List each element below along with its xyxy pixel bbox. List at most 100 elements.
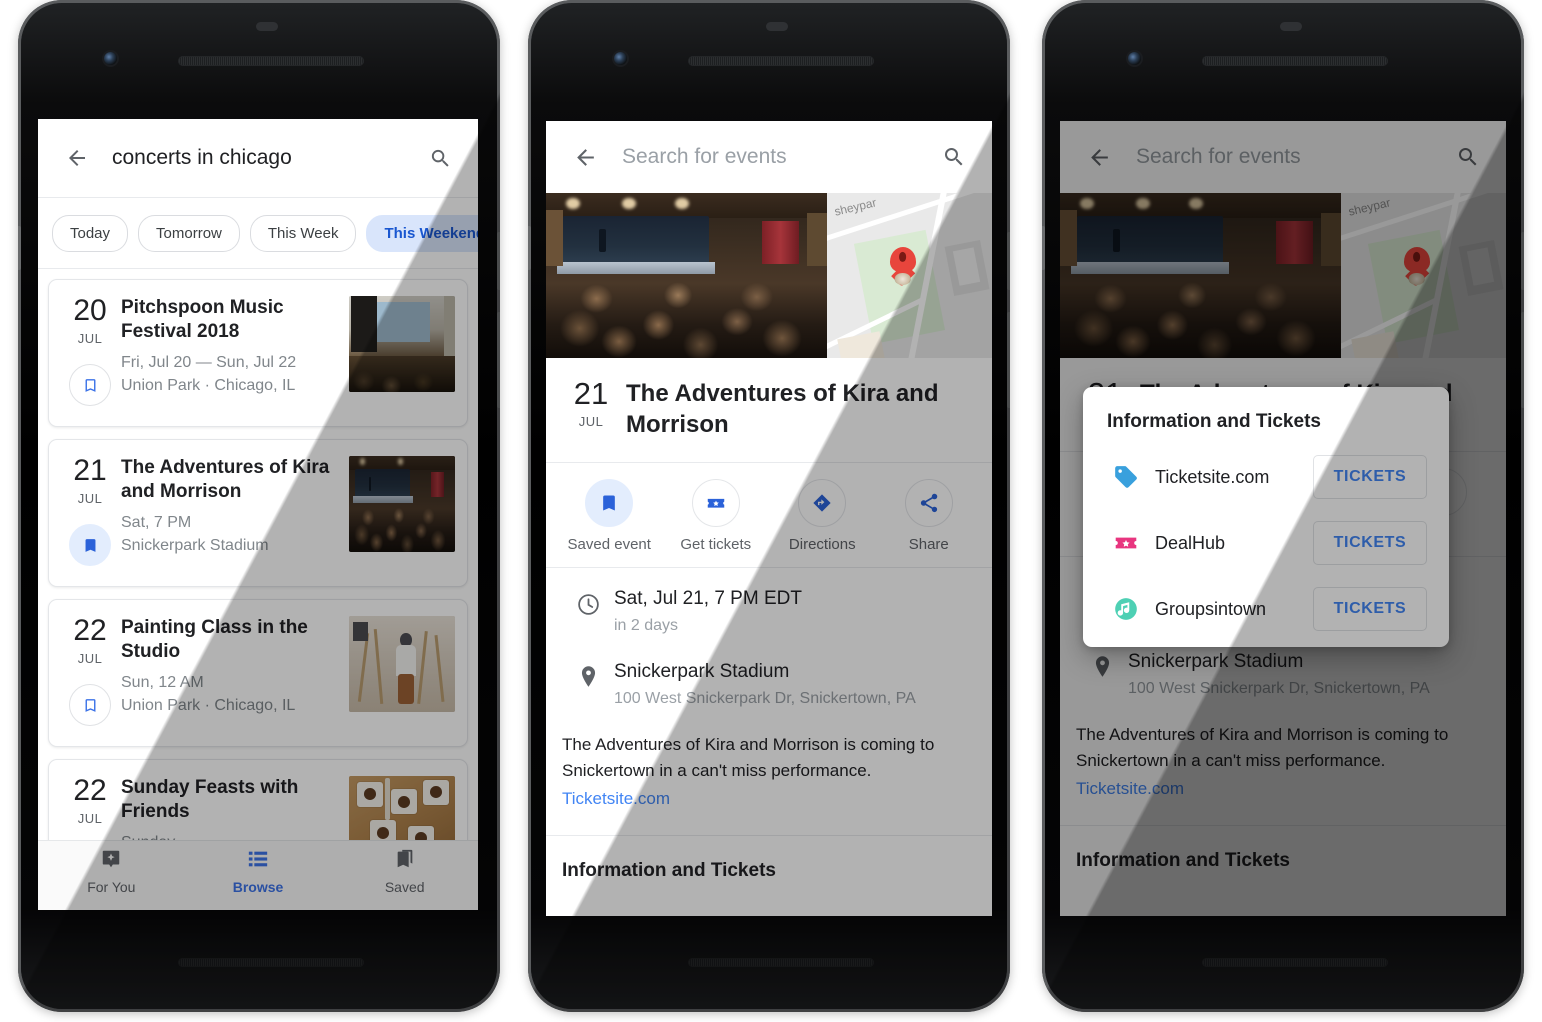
sim-tray <box>18 226 21 270</box>
phone-device-1: concerts in chicago Today Tomorrow This … <box>18 0 500 1012</box>
event-datetime: Sat, Jul 21, 7 PM EDT <box>614 588 802 610</box>
event-day: 21 <box>73 454 107 487</box>
action-label: Directions <box>788 536 856 554</box>
nav-label: Saved <box>384 879 425 895</box>
event-month: JUL <box>578 414 604 429</box>
search-input[interactable]: Search for events <box>622 145 934 169</box>
event-venue: Snickerpark Stadium <box>614 661 790 683</box>
sim-tray <box>1042 226 1045 270</box>
event-card[interactable]: 21 JUL The Adventures of Kira and Morris… <box>48 439 468 587</box>
event-venue-row[interactable]: Snickerpark Stadium 100 West Snickerpark… <box>546 635 992 709</box>
nav-item-saved[interactable]: Saved <box>331 848 478 895</box>
nav-item-browse[interactable]: Browse <box>185 848 332 895</box>
event-time: Sat, 7 PM <box>121 513 192 531</box>
event-relative-time: in 2 days <box>614 617 679 635</box>
directions-icon <box>798 479 847 528</box>
tickets-button[interactable]: TICKETS <box>1313 587 1427 631</box>
power-button[interactable] <box>497 232 500 290</box>
filter-chip-this-week[interactable]: This Week <box>249 214 357 252</box>
event-actions[interactable]: Saved event Get tickets Directions Share <box>546 463 992 568</box>
save-event-button[interactable] <box>69 684 111 726</box>
search-appbar[interactable]: Search for events <box>546 121 992 193</box>
event-title: Pitchspoon Music Festival 2018 <box>121 297 284 343</box>
tickets-button[interactable]: TICKETS <box>1313 521 1427 565</box>
save-event-button[interactable] <box>69 524 111 566</box>
volume-button[interactable] <box>1007 312 1010 408</box>
event-info: The Adventures of Kira and Morrison Sat,… <box>121 456 349 566</box>
ticket-star-icon <box>1107 530 1145 556</box>
provider-name: DealHub <box>1155 532 1226 553</box>
volume-button[interactable] <box>1521 312 1524 408</box>
for-you-icon <box>100 848 122 875</box>
saved-bookmark-icon <box>394 848 416 875</box>
back-arrow-icon[interactable] <box>562 134 608 180</box>
phone-device-3: Search for events sheypar Snickerpark St… <box>1042 0 1524 1012</box>
filter-chip-today[interactable]: Today <box>52 214 129 252</box>
phone-device-2: Search for events sheypar 21 JUL The Adv… <box>528 0 1010 1012</box>
action-saved-event[interactable]: Saved event <box>556 479 663 553</box>
provider-name: Ticketsite.com <box>1155 466 1270 487</box>
event-source-link[interactable]: Ticketsite.com <box>562 789 970 809</box>
event-title-row: 21 JUL The Adventures of Kira and Morris… <box>546 358 992 463</box>
earpiece-speaker <box>1202 56 1388 66</box>
event-address: 100 West Snickerpark Dr, Snickertown, PA <box>614 690 916 708</box>
proximity-sensor-icon <box>1280 22 1302 31</box>
tag-icon <box>1107 464 1145 490</box>
provider-name: Groupsintown <box>1155 598 1267 619</box>
nav-label: Browse <box>232 879 284 895</box>
action-directions[interactable]: Directions <box>769 479 876 553</box>
event-thumbnail <box>349 616 455 712</box>
event-month: JUL <box>77 811 103 826</box>
nav-item-for-you[interactable]: For You <box>38 848 185 895</box>
action-get-tickets[interactable]: Get tickets <box>663 479 770 553</box>
information-and-tickets-dialog: Information and Tickets Ticketsite.com T… <box>1083 387 1449 647</box>
phone2-screen: Search for events sheypar 21 JUL The Adv… <box>546 121 992 916</box>
event-photo <box>546 193 827 358</box>
power-button[interactable] <box>1007 232 1010 290</box>
event-card[interactable]: 22 JUL Painting Class in the Studio Sun,… <box>48 599 468 747</box>
action-label: Saved event <box>567 536 651 554</box>
front-camera-icon <box>614 52 627 65</box>
location-pin-icon <box>889 247 916 287</box>
filter-chip-row[interactable]: Today Tomorrow This Week This Weekend <box>38 198 478 268</box>
event-list[interactable]: 20 JUL Pitchspoon Music Festival 2018 Fr… <box>38 269 478 907</box>
tickets-button[interactable]: TICKETS <box>1313 455 1427 499</box>
search-icon[interactable] <box>420 138 460 178</box>
volume-button[interactable] <box>497 312 500 408</box>
bottom-navigation[interactable]: For You Browse Saved <box>38 840 478 910</box>
event-venue: Snickerpark Stadium <box>121 536 269 554</box>
filter-chip-tomorrow[interactable]: Tomorrow <box>138 214 240 252</box>
proximity-sensor-icon <box>256 22 278 31</box>
back-arrow-icon[interactable] <box>54 135 100 181</box>
dialog-title: Information and Tickets <box>1107 411 1321 432</box>
power-button[interactable] <box>1521 232 1524 290</box>
search-appbar[interactable]: concerts in chicago <box>38 119 478 197</box>
action-share[interactable]: Share <box>876 479 983 553</box>
event-title: The Adventures of Kira and Morrison <box>121 457 330 503</box>
event-location-map[interactable]: sheypar <box>827 193 992 358</box>
event-month: JUL <box>77 651 103 666</box>
event-description: The Adventures of Kira and Morrison is c… <box>562 735 935 780</box>
ticket-provider-row: Groupsintown TICKETS <box>1083 565 1449 631</box>
sim-tray <box>528 226 531 270</box>
bottom-speaker <box>1202 958 1388 967</box>
music-note-icon <box>1107 596 1145 622</box>
save-event-button[interactable] <box>69 364 111 406</box>
event-card[interactable]: 20 JUL Pitchspoon Music Festival 2018 Fr… <box>48 279 468 427</box>
share-icon <box>904 479 953 528</box>
event-time: Sun, 12 AM <box>121 673 204 691</box>
nav-label: For You <box>87 879 136 895</box>
bottom-speaker <box>178 958 364 967</box>
search-query-text[interactable]: concerts in chicago <box>112 146 420 170</box>
ticket-icon <box>691 479 740 528</box>
filter-chip-this-weekend[interactable]: This Weekend <box>366 214 478 252</box>
event-month: JUL <box>77 491 103 506</box>
event-venue: Union Park · Chicago, IL <box>121 376 296 394</box>
event-info: Painting Class in the Studio Sun, 12 AM … <box>121 616 349 726</box>
event-date: 20 JUL <box>59 296 121 406</box>
ticket-provider-row: DealHub TICKETS <box>1083 499 1449 565</box>
event-datetime-row: Sat, Jul 21, 7 PM EDT in 2 days <box>546 568 992 636</box>
search-icon[interactable] <box>934 137 974 177</box>
event-month: JUL <box>77 331 103 346</box>
event-venue: Union Park · Chicago, IL <box>121 696 296 714</box>
